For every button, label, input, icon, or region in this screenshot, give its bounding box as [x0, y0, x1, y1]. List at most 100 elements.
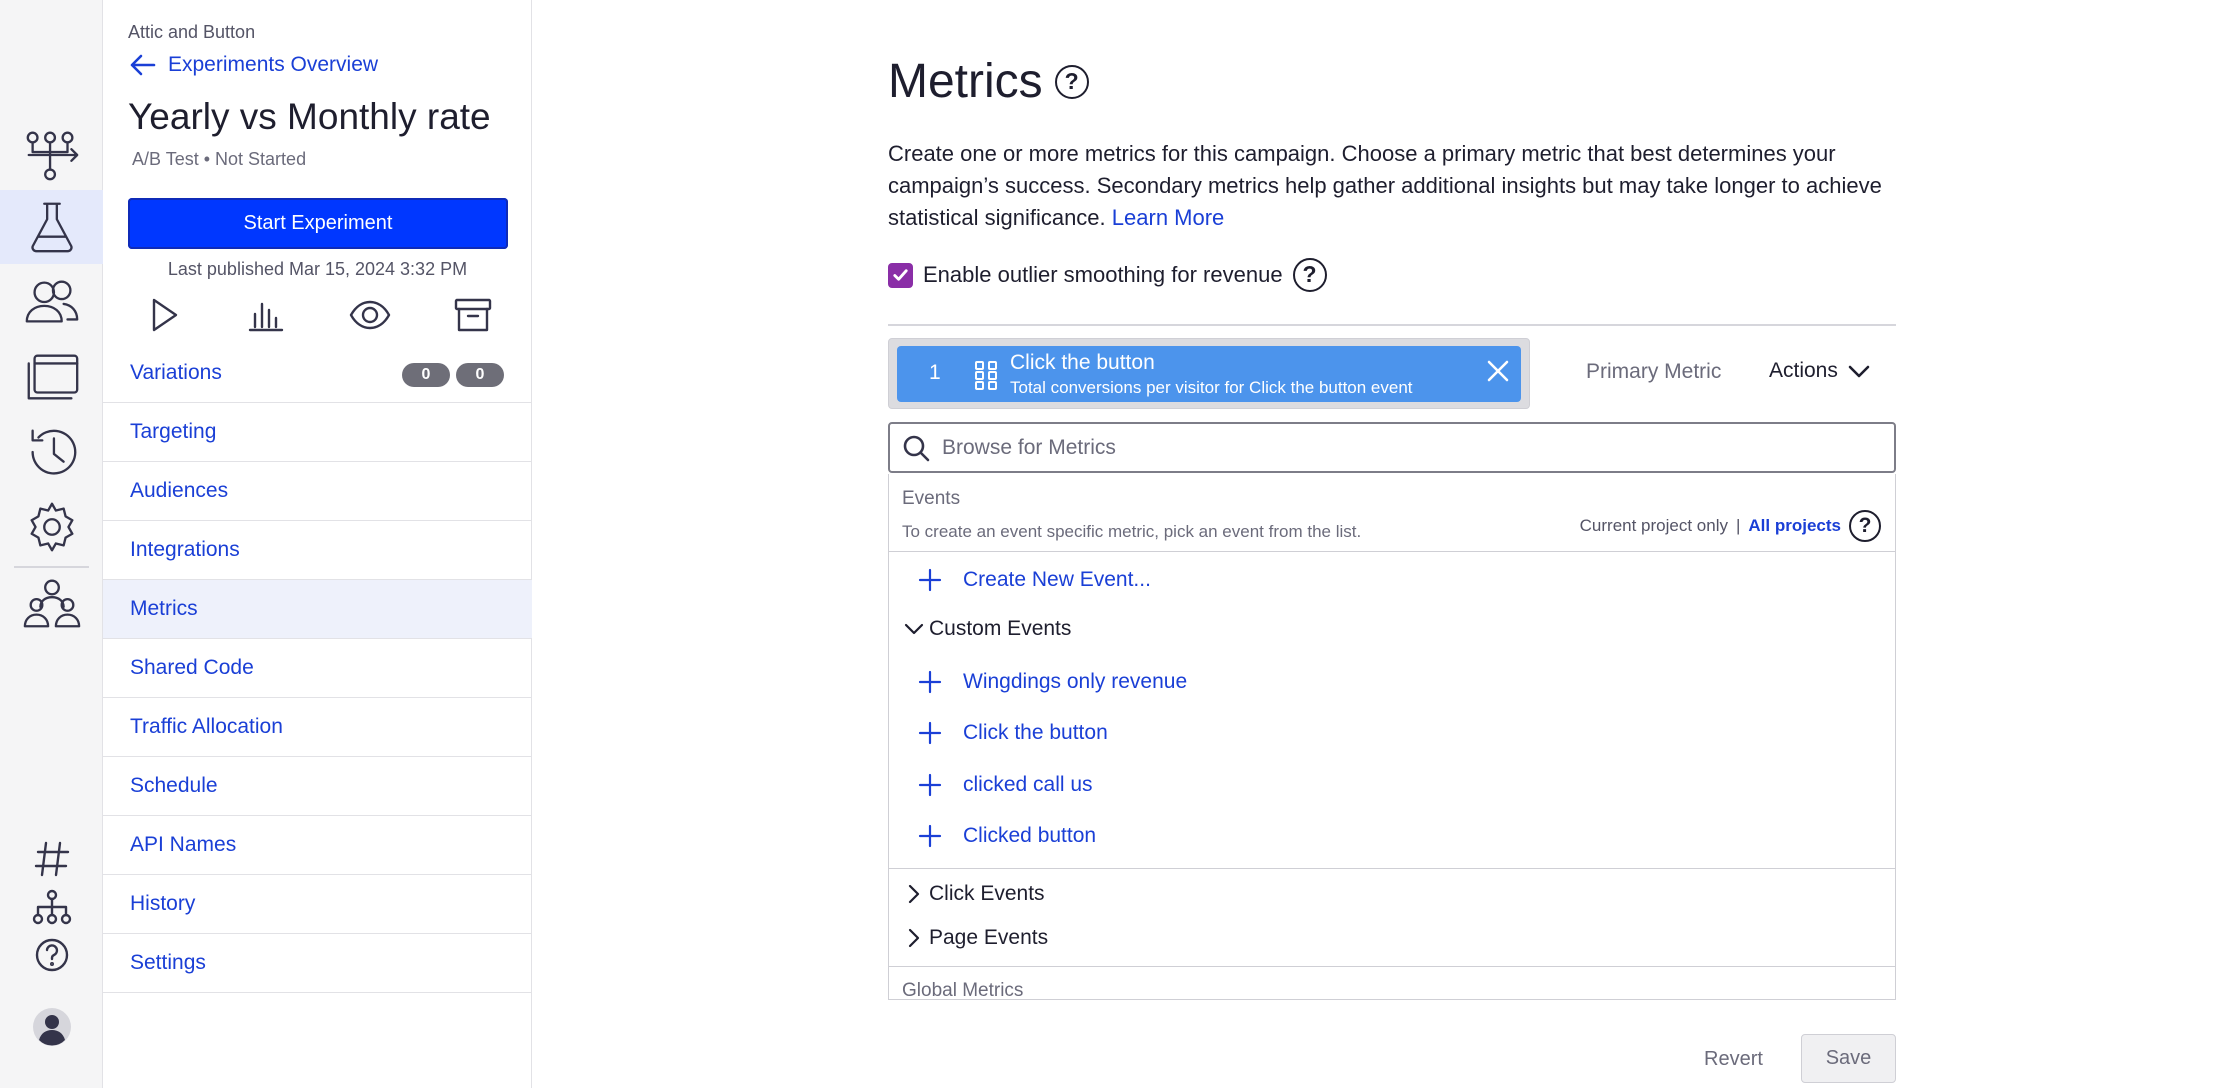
selected-metric-slot: 1 Click the button Total conversions per…	[888, 338, 1530, 409]
save-button[interactable]: Save	[1801, 1034, 1896, 1083]
sidebar-item-history[interactable]: History	[103, 875, 532, 934]
sidebar-item-metrics[interactable]: Metrics	[103, 580, 532, 639]
plus-icon	[918, 670, 942, 694]
sidebar-item-label: Settings	[130, 951, 206, 974]
back-link-label: Experiments Overview	[168, 53, 379, 76]
experiment-status: Not Started	[215, 149, 307, 169]
create-new-event[interactable]: Create New Event...	[917, 567, 1151, 593]
team-icon[interactable]	[0, 566, 103, 640]
sidebar-item-label: Variations	[130, 361, 222, 384]
metrics-search[interactable]	[888, 422, 1896, 473]
sidebar-item-schedule[interactable]: Schedule	[103, 757, 532, 816]
scope-separator: |	[1735, 516, 1741, 535]
sidebar-item-targeting[interactable]: Targeting	[103, 403, 532, 462]
list-item[interactable]: Clicked button	[917, 823, 1096, 849]
event-label: clicked call us	[963, 773, 1093, 796]
custom-events-group[interactable]: Custom Events	[903, 617, 1071, 641]
plus-icon	[918, 773, 942, 797]
page-title: Metrics ?	[888, 54, 1089, 109]
search-input[interactable]	[942, 435, 1894, 460]
experiment-sidebar: Attic and Button Experiments Overview Ye…	[103, 0, 532, 1088]
search-icon	[903, 435, 930, 461]
play-icon[interactable]	[140, 292, 186, 338]
sidebar-nav: Variations 0 0 Targeting Audiences Integ…	[103, 344, 532, 993]
project-breadcrumb: Attic and Button	[128, 22, 256, 42]
sidebar-item-api-names[interactable]: API Names	[103, 816, 532, 875]
results-icon[interactable]	[243, 292, 289, 338]
last-published: Last published Mar 15, 2024 3:32 PM	[167, 259, 468, 279]
help-icon[interactable]: ?	[1292, 258, 1327, 292]
sidebar-item-label: Audiences	[130, 479, 229, 502]
back-link[interactable]: Experiments Overview	[128, 50, 378, 80]
help-icon[interactable]: ?	[1054, 64, 1089, 99]
revert-button[interactable]: Revert	[1704, 1048, 1763, 1071]
help-icon[interactable]: ?	[1849, 510, 1881, 542]
click-events-group[interactable]: Click Events	[903, 882, 1045, 906]
metric-description: Total conversions per visitor for Click …	[1010, 378, 1413, 397]
sidebar-item-traffic-allocation[interactable]: Traffic Allocation	[103, 698, 532, 757]
variations-count-badge: 0	[456, 363, 504, 387]
metric-name: Click the button	[1010, 351, 1155, 374]
scope-all-projects[interactable]: All projects	[1748, 516, 1841, 536]
sidebar-item-label: API Names	[130, 833, 237, 856]
chevron-right-icon	[908, 884, 920, 904]
sidebar-item-shared-code[interactable]: Shared Code	[103, 639, 532, 698]
sidebar-item-label: Traffic Allocation	[130, 715, 283, 738]
plus-icon	[918, 824, 942, 848]
sidebar-item-label: Metrics	[130, 597, 198, 620]
learn-more-link[interactable]: Learn More	[1112, 205, 1225, 230]
archive-icon[interactable]	[450, 292, 496, 338]
section-divider	[888, 324, 1896, 326]
sidebar-item-settings[interactable]: Settings	[103, 934, 532, 993]
sidebar-item-label: History	[130, 892, 196, 915]
events-heading: Events	[902, 488, 961, 509]
metric-index: 1	[929, 361, 941, 384]
checkmark-icon	[893, 268, 908, 281]
outlier-checkbox[interactable]	[888, 262, 913, 288]
metric-card[interactable]: 1 Click the button Total conversions per…	[897, 346, 1521, 402]
event-label: Clicked button	[963, 824, 1097, 847]
history-icon[interactable]	[0, 415, 103, 489]
users-icon[interactable]	[0, 265, 103, 339]
flask-icon[interactable]	[0, 190, 103, 264]
create-new-event-label: Create New Event...	[963, 568, 1151, 591]
sidebar-item-audiences[interactable]: Audiences	[103, 462, 532, 521]
sidebar-item-label: Schedule	[130, 774, 218, 797]
actions-dropdown[interactable]: Actions	[1769, 358, 1872, 384]
page-events-group[interactable]: Page Events	[903, 926, 1048, 950]
list-item[interactable]: Click the button	[917, 720, 1108, 746]
help-icon[interactable]	[0, 918, 103, 992]
gear-icon[interactable]	[0, 490, 103, 564]
meta-dot: •	[203, 149, 216, 169]
plus-icon	[918, 721, 942, 745]
profile-avatar[interactable]	[0, 990, 103, 1064]
page-title-text: Metrics	[888, 55, 1043, 108]
scope-current-project[interactable]: Current project only	[1580, 516, 1728, 536]
chevron-right-icon	[908, 928, 920, 948]
event-label: Click the button	[963, 721, 1108, 744]
plus-icon	[918, 568, 942, 592]
list-item[interactable]: Wingdings only revenue	[917, 669, 1187, 695]
outlier-smoothing-option[interactable]: Enable outlier smoothing for revenue ?	[888, 258, 1327, 292]
sidebar-item-integrations[interactable]: Integrations	[103, 521, 532, 580]
sidebar-item-label: Shared Code	[130, 656, 254, 679]
primary-metric-label: Primary Metric	[1586, 360, 1722, 383]
metrics-intro: Create one or more metrics for this camp…	[888, 138, 1888, 234]
close-icon[interactable]	[1485, 358, 1511, 384]
experiment-toolbar	[128, 292, 508, 338]
list-item[interactable]: clicked call us	[917, 772, 1093, 798]
start-experiment-button[interactable]: Start Experiment	[128, 198, 508, 249]
drag-handle-icon[interactable]	[972, 359, 1000, 391]
chevron-down-icon	[1848, 365, 1870, 378]
list-divider	[889, 966, 1895, 967]
actions-label: Actions	[1769, 359, 1838, 382]
list-divider	[889, 551, 1895, 552]
group-label: Custom Events	[929, 617, 1072, 640]
preview-icon[interactable]	[347, 292, 393, 338]
chevron-down-icon	[904, 623, 924, 635]
windows-icon[interactable]	[0, 340, 103, 414]
flows-icon[interactable]	[0, 118, 103, 192]
sidebar-item-variations[interactable]: Variations 0 0	[103, 344, 532, 403]
experiment-meta: A/B Test • Not Started	[132, 149, 306, 170]
experiment-title: Yearly vs Monthly rate	[128, 96, 491, 137]
